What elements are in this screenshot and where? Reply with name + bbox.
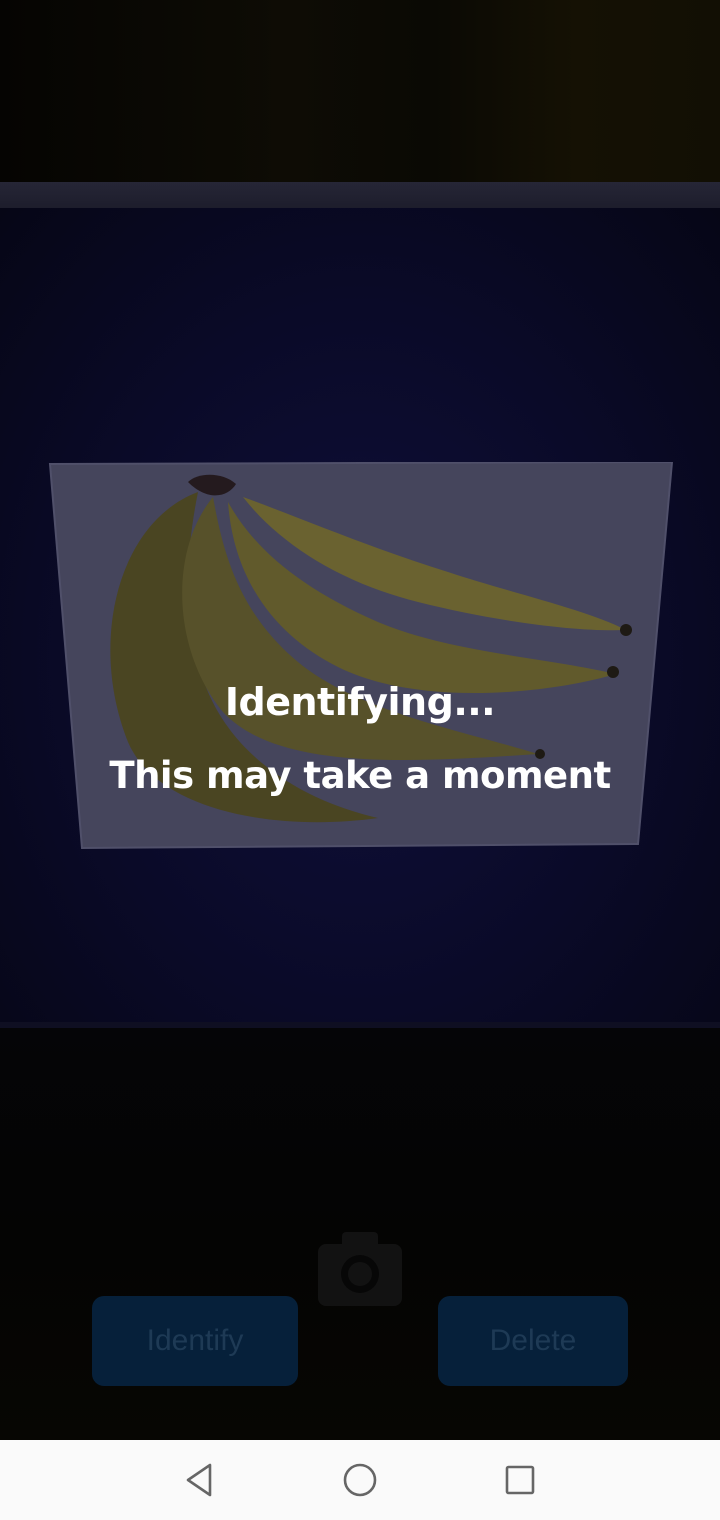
loading-subtitle: This may take a moment — [109, 754, 611, 797]
loading-title: Identifying... — [224, 680, 496, 724]
screen: Identify Delete Identifying... This may … — [0, 0, 720, 1520]
back-triangle-icon — [186, 1463, 212, 1497]
camera-preview: Identify Delete Identifying... This may … — [0, 0, 720, 1440]
recents-square-icon — [505, 1465, 535, 1495]
delete-button[interactable]: Delete — [438, 1296, 628, 1386]
identify-button[interactable]: Identify — [92, 1296, 298, 1386]
system-navigation-bar — [0, 1440, 720, 1520]
home-circle-icon — [343, 1463, 377, 1497]
recents-button[interactable] — [480, 1440, 560, 1520]
back-button[interactable] — [160, 1440, 240, 1520]
camera-icon[interactable] — [316, 1230, 404, 1308]
home-button[interactable] — [320, 1440, 400, 1520]
